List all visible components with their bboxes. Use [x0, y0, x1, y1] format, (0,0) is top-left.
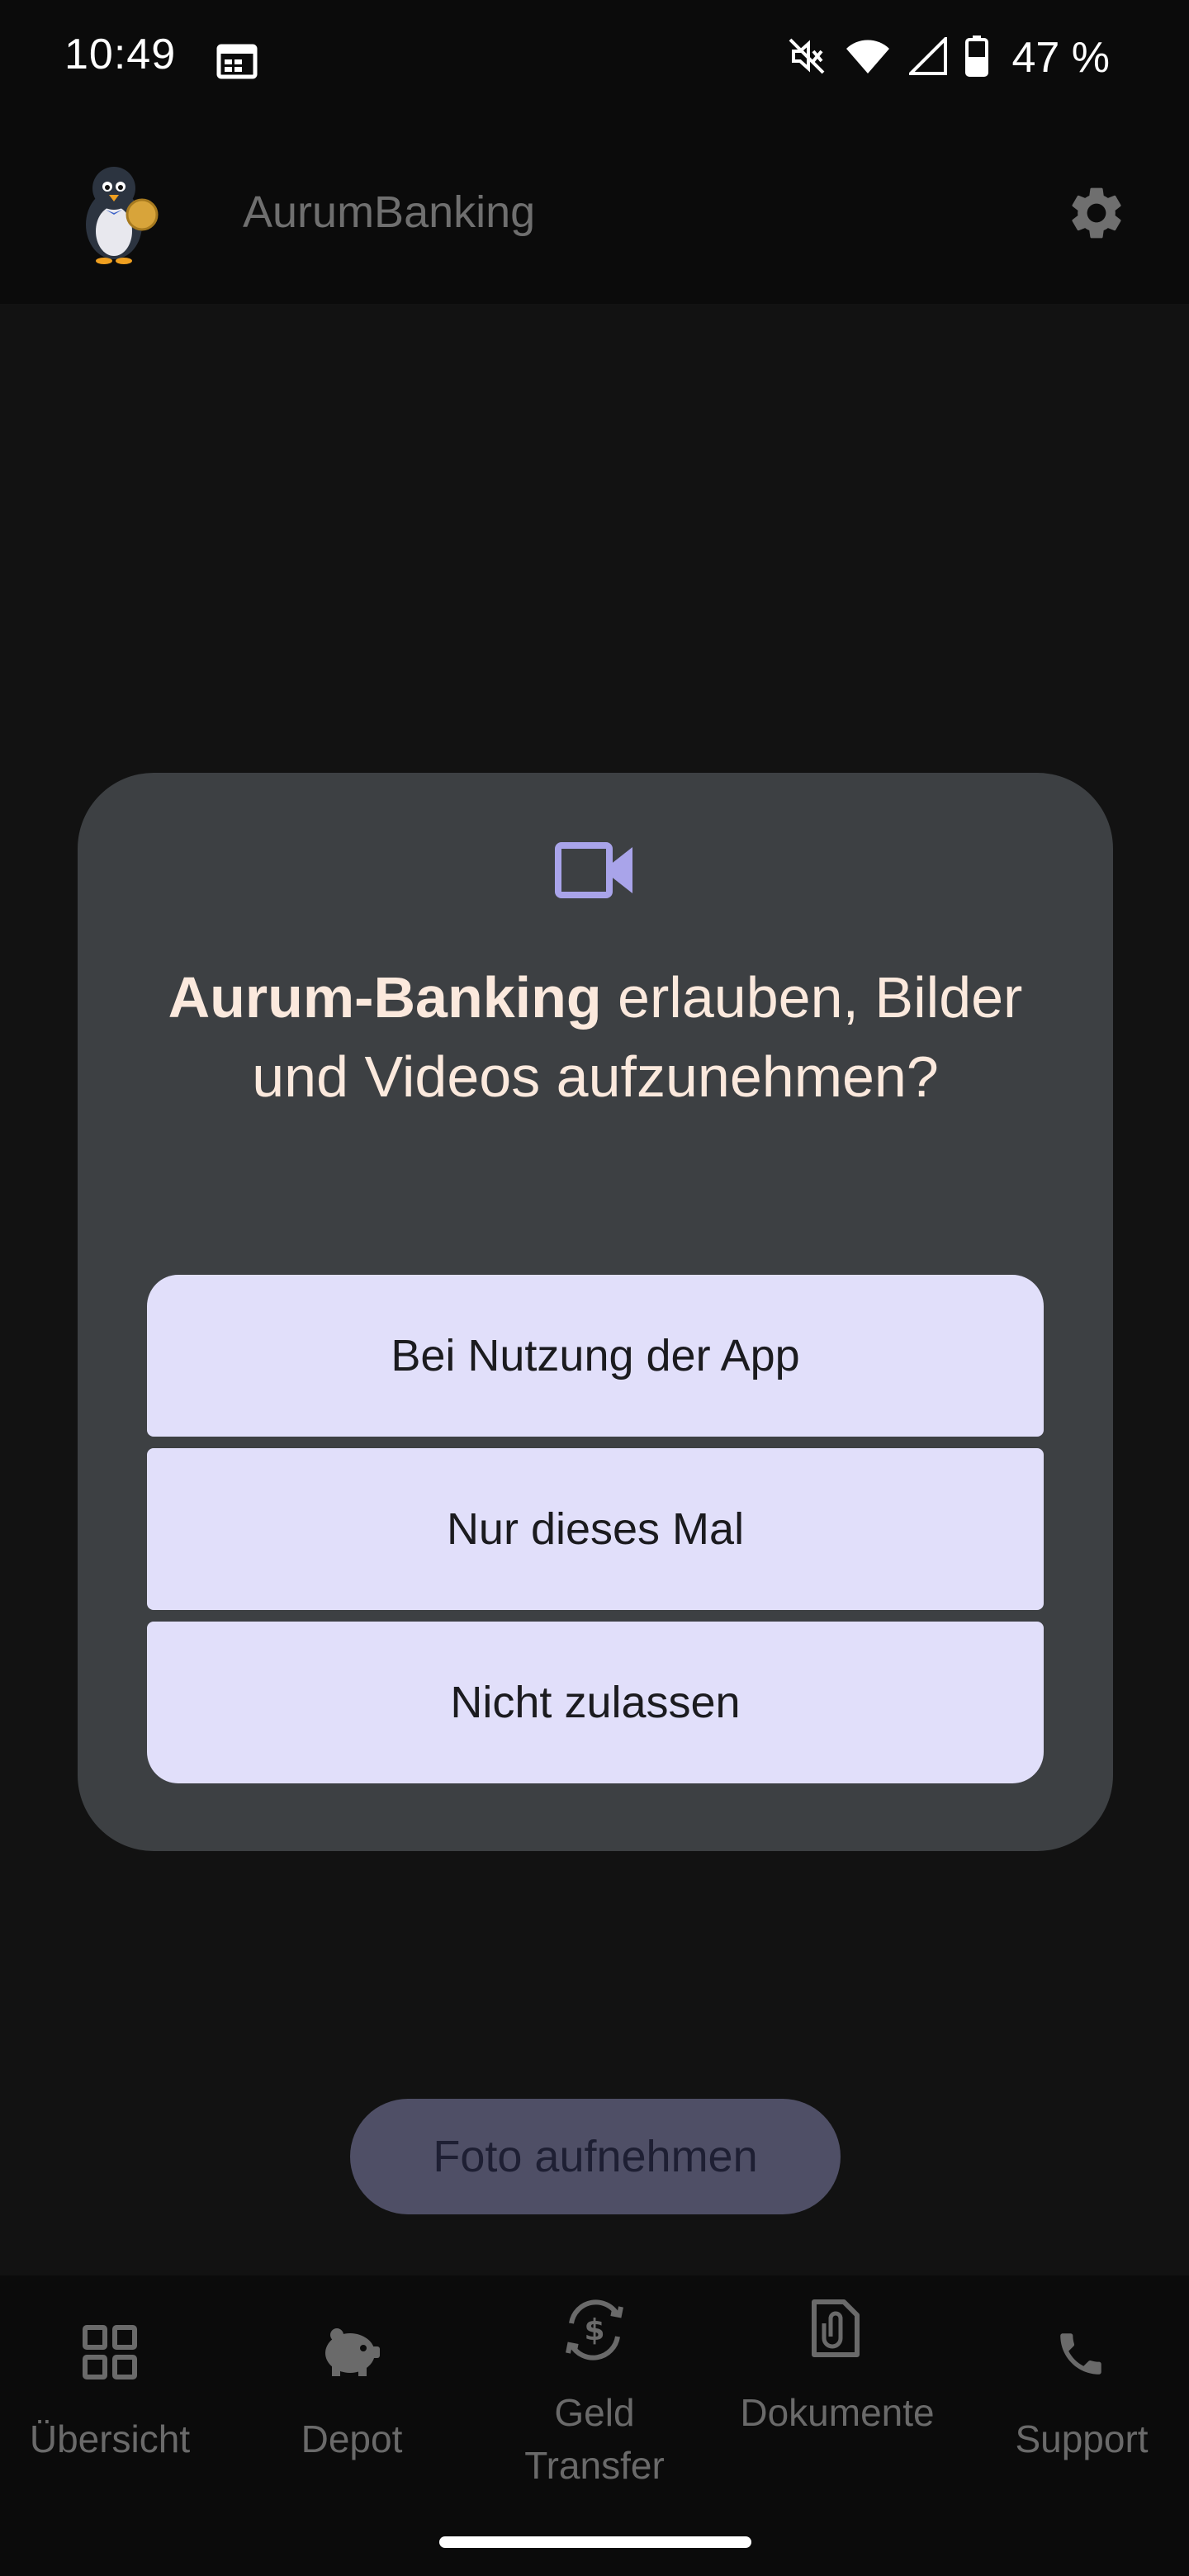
nav-label-overview: Übersicht	[29, 2417, 191, 2460]
nav-label-documents: Dokumente	[740, 2391, 935, 2434]
nav-label-support: Support	[1015, 2417, 1149, 2460]
deny-button[interactable]: Nicht zulassen	[147, 1622, 1044, 1783]
home-indicator[interactable]	[439, 2536, 751, 2548]
nav-label-transfer: Geld Transfer	[524, 2391, 665, 2487]
currency-exchange-icon: $	[560, 2295, 629, 2369]
mute-icon	[787, 36, 827, 80]
permission-dialog: Aurum-Banking erlauben, Bilder und Video…	[78, 773, 1113, 1851]
app-title: AurumBanking	[243, 187, 536, 237]
penguin-logo	[73, 159, 165, 266]
take-photo-button[interactable]: Foto aufnehmen	[350, 2099, 841, 2214]
battery-percent: 47 %	[1011, 34, 1110, 82]
app-bar: AurumBanking	[0, 124, 1189, 304]
calendar-icon	[216, 41, 258, 83]
settings-button[interactable]	[1065, 182, 1128, 244]
signal-icon	[907, 34, 948, 79]
grid-icon	[83, 2325, 137, 2384]
svg-text:$: $	[584, 2313, 604, 2347]
dialog-title-app: Aurum-Banking	[168, 965, 602, 1030]
nav-label-depot: Depot	[301, 2417, 403, 2460]
document-clip-icon	[811, 2299, 860, 2362]
screen: 10:49 47 % AurumBanking Aurum-Banking er…	[0, 0, 1189, 2576]
allow-while-using-button[interactable]: Bei Nutzung der App	[147, 1275, 1044, 1437]
bottom-navigation: Übersicht Depot $ Geld Transfer Dokument…	[0, 2275, 1189, 2576]
status-icons: 47 %	[787, 33, 1110, 83]
piggy-bank-icon	[320, 2322, 381, 2384]
dialog-title: Aurum-Banking erlauben, Bilder und Video…	[127, 958, 1063, 1116]
status-bar: 10:49 47 %	[0, 0, 1189, 124]
phone-icon	[1054, 2327, 1108, 2385]
gear-icon	[1065, 187, 1128, 248]
allow-once-button[interactable]: Nur dieses Mal	[147, 1448, 1044, 1610]
battery-icon	[965, 35, 989, 81]
wifi-icon	[845, 37, 891, 79]
status-time: 10:49	[64, 31, 177, 78]
videocam-icon	[555, 841, 636, 900]
